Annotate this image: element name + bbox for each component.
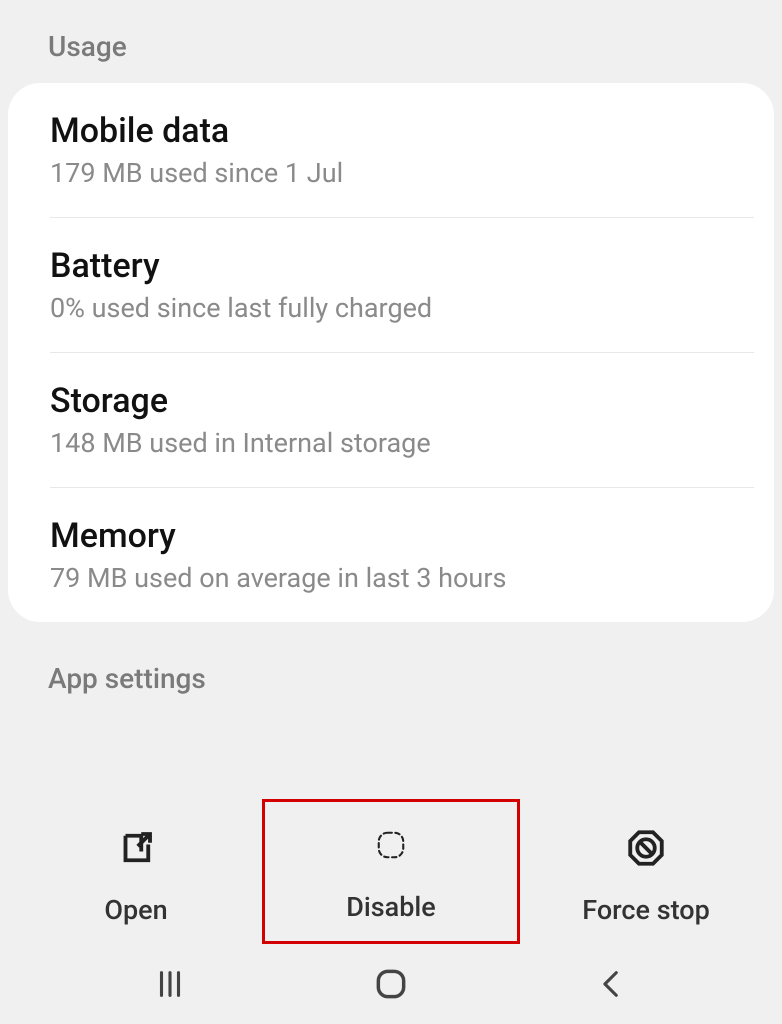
- open-button[interactable]: Open: [10, 805, 262, 944]
- battery-sub: 0% used since last fully charged: [50, 292, 714, 324]
- storage-sub: 148 MB used in Internal storage: [50, 427, 714, 459]
- disable-icon: [370, 824, 412, 873]
- force-stop-label: Force stop: [582, 894, 710, 926]
- section-header-usage: Usage: [0, 0, 782, 83]
- home-button[interactable]: [369, 962, 413, 1006]
- open-label: Open: [104, 894, 167, 926]
- battery-title: Battery: [50, 246, 714, 286]
- memory-item[interactable]: Memory 79 MB used on average in last 3 h…: [50, 487, 754, 622]
- section-header-app-settings: App settings: [0, 622, 782, 695]
- mobile-data-title: Mobile data: [50, 111, 734, 151]
- storage-item[interactable]: Storage 148 MB used in Internal storage: [50, 352, 754, 487]
- recent-apps-button[interactable]: [148, 962, 192, 1006]
- nav-bar: [0, 944, 782, 1024]
- back-button[interactable]: [590, 962, 634, 1006]
- disable-label: Disable: [346, 891, 435, 923]
- force-stop-button[interactable]: Force stop: [520, 805, 772, 944]
- memory-title: Memory: [50, 516, 714, 556]
- open-icon: [115, 827, 157, 876]
- mobile-data-sub: 179 MB used since 1 Jul: [50, 157, 734, 189]
- memory-sub: 79 MB used on average in last 3 hours: [50, 562, 714, 594]
- storage-title: Storage: [50, 381, 714, 421]
- bottom-actions: Open Disable Force stop: [0, 799, 782, 944]
- disable-button[interactable]: Disable: [262, 799, 520, 944]
- usage-card: Mobile data 179 MB used since 1 Jul Batt…: [8, 83, 774, 622]
- force-stop-icon: [625, 827, 667, 876]
- mobile-data-item[interactable]: Mobile data 179 MB used since 1 Jul: [8, 83, 774, 217]
- battery-item[interactable]: Battery 0% used since last fully charged: [50, 217, 754, 352]
